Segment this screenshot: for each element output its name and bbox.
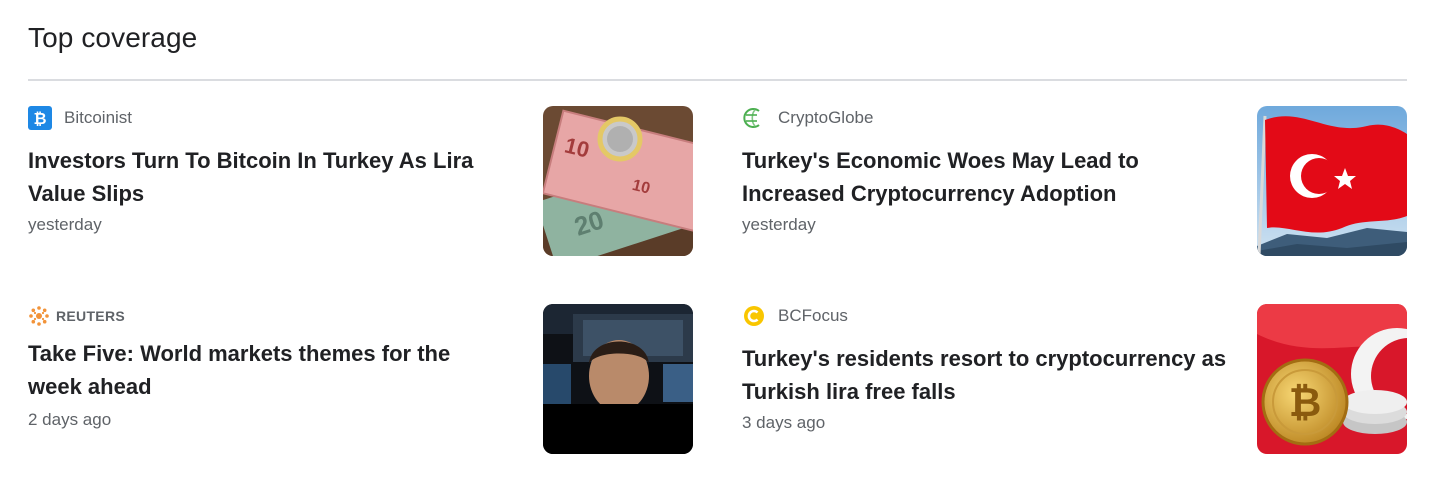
source-name: CryptoGlobe: [778, 108, 874, 127]
svg-text:₿: ₿: [1289, 381, 1322, 425]
article-source: CryptoGlobe: [742, 106, 873, 130]
section-title: Top coverage: [28, 22, 198, 53]
svg-text:₿: ₿: [33, 110, 46, 128]
article-card-bcfocus[interactable]: BCFocus Turkey's residents resort to cry…: [742, 304, 1407, 454]
bcfocus-logo-icon: [742, 304, 766, 328]
article-headline[interactable]: Take Five: World markets themes for the …: [28, 337, 508, 403]
top-coverage-panel: Top coverage ₿ Bitcoinist Investors Turn…: [0, 0, 1435, 487]
lira-banknotes-and-coin-image[interactable]: 20 10 10: [543, 106, 693, 256]
article-headline[interactable]: Investors Turn To Bitcoin In Turkey As L…: [28, 144, 508, 210]
article-time: 3 days ago: [742, 413, 826, 432]
article-headline[interactable]: Turkey's residents resort to cryptocurre…: [742, 342, 1242, 408]
bitcoinist-logo-icon: ₿: [28, 106, 52, 130]
article-source: BCFocus: [742, 304, 848, 328]
source-name: Bitcoinist: [64, 108, 133, 127]
section-divider: [28, 79, 1407, 81]
reuters-logo-icon: [28, 305, 50, 327]
article-headline[interactable]: Turkey's Economic Woes May Lead to Incre…: [742, 144, 1222, 210]
article-source: REUTERS: [28, 304, 125, 328]
article-time: yesterday: [742, 215, 816, 234]
cryptoglobe-logo-icon: [742, 106, 766, 130]
article-card-bitcoinist[interactable]: ₿ Bitcoinist Investors Turn To Bitcoin I…: [28, 106, 693, 256]
article-source: ₿ Bitcoinist: [28, 106, 132, 130]
article-time: yesterday: [28, 215, 102, 234]
article-time: 2 days ago: [28, 410, 112, 429]
turkish-flag-image[interactable]: [1257, 106, 1407, 256]
trader-at-screens-image[interactable]: [543, 304, 693, 454]
source-name: BCFocus: [778, 306, 848, 325]
source-name: REUTERS: [56, 308, 125, 324]
article-card-reuters[interactable]: REUTERS Take Five: World markets themes …: [28, 304, 693, 454]
article-card-cryptoglobe[interactable]: CryptoGlobe Turkey's Economic Woes May L…: [742, 106, 1407, 256]
bitcoin-coins-on-turkish-flag-image[interactable]: ₿: [1257, 304, 1407, 454]
